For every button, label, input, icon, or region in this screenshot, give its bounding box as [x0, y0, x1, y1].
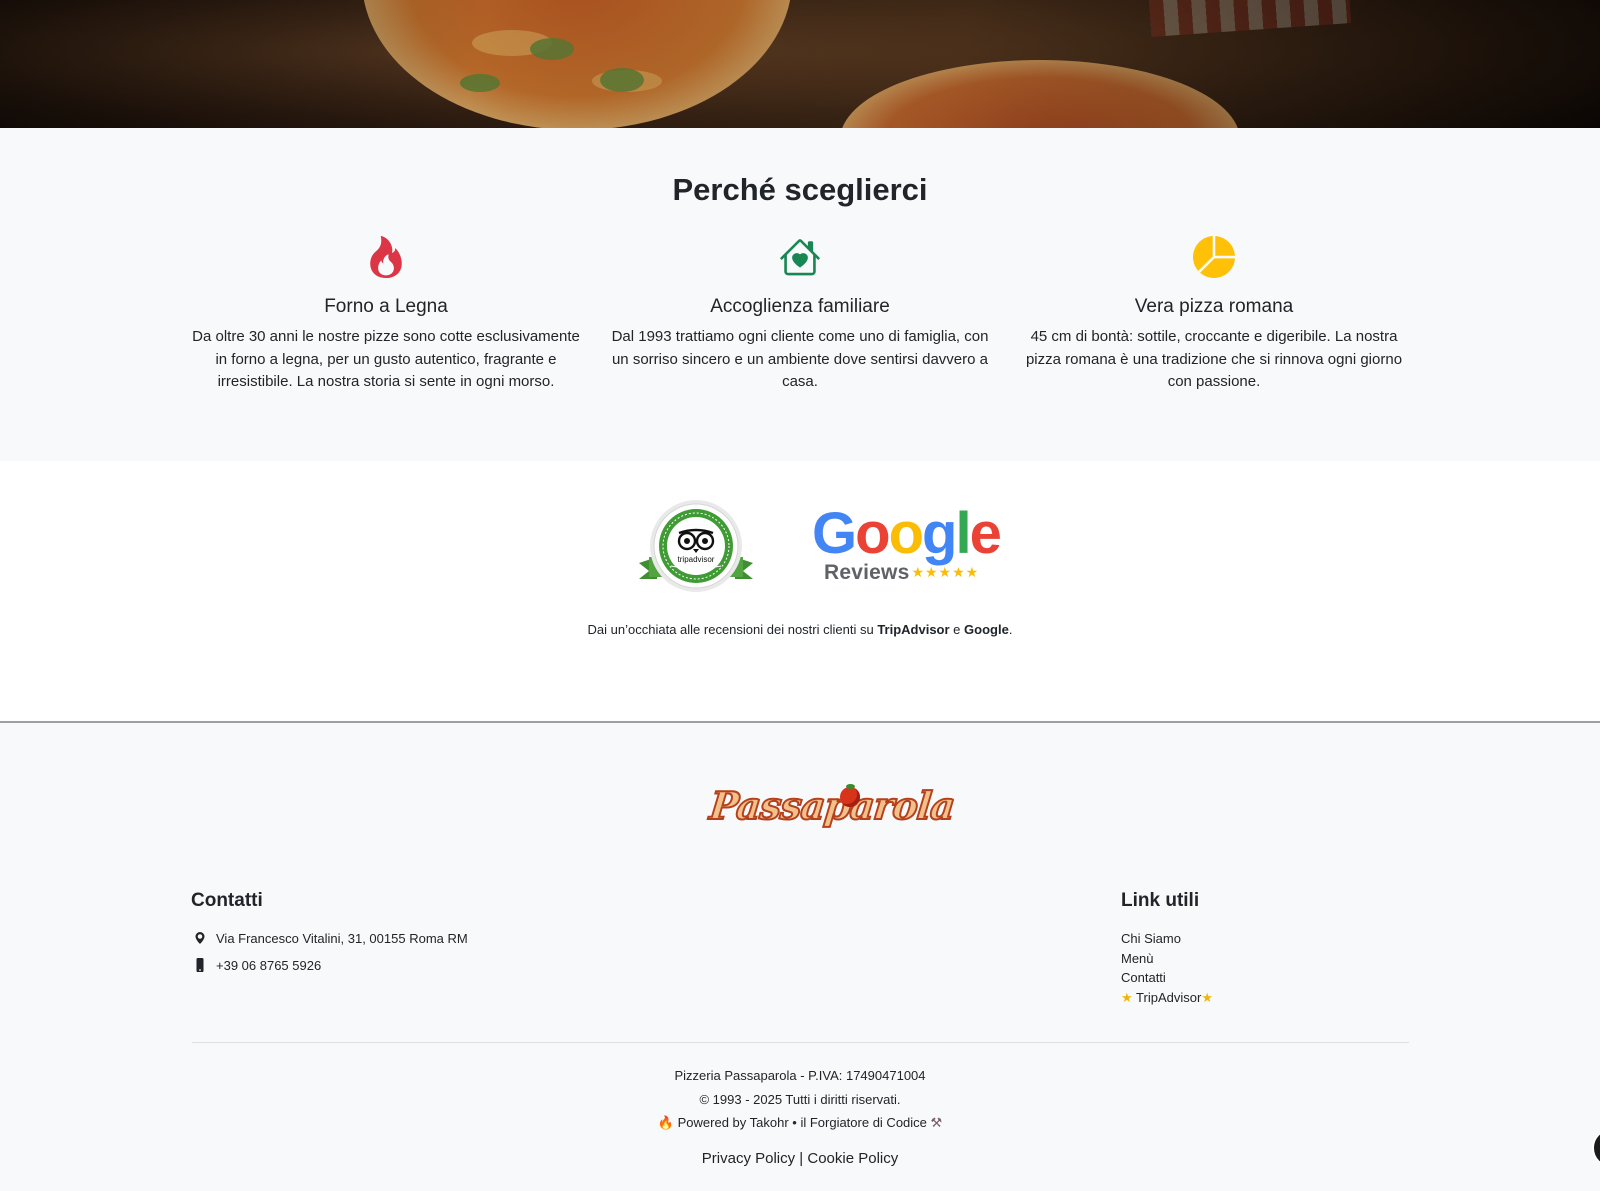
google-reviews-label: Reviews ★★★★★ [824, 561, 980, 584]
reviews-section: tripadvisor Google Reviews ★★★★★ Dai un’o… [0, 461, 1600, 721]
tomato-icon [840, 784, 860, 807]
useful-links: Chi Siamo Menù Contatti ★ TripAdvisor★ [1121, 929, 1213, 1007]
tripadvisor-logo: tripadvisor [639, 500, 753, 592]
fire-icon [370, 236, 402, 278]
passaparola-logo[interactable]: Passaparola [707, 782, 958, 845]
footer: Passaparola Contatti Via Francesco Vital… [0, 723, 1600, 1191]
hero-image [0, 0, 1600, 128]
feature-text: Da oltre 30 anni le nostre pizze sono co… [192, 328, 580, 390]
feature-title: Accoglienza familiare [710, 296, 890, 317]
powered-by: 🔥 Powered by Takohr • il Forgiatore di C… [657, 1115, 943, 1130]
phone-text[interactable]: +39 06 8765 5926 [216, 958, 321, 973]
section-title: Perché sceglierci [672, 172, 928, 207]
feature-wood-oven: Forno a Legna Da oltre 30 anni le nostre… [191, 236, 581, 394]
tripadvisor-mention: TripAdvisor [877, 622, 950, 637]
pie-chart-icon [1193, 236, 1235, 278]
tools-icon: ⚒ [930, 1115, 943, 1130]
link-tripadvisor[interactable]: ★ TripAdvisor★ [1121, 988, 1213, 1008]
contacts-title: Contatti [191, 890, 263, 911]
cookie-policy-link[interactable]: Cookie Policy [807, 1150, 898, 1167]
star-icon: ★ [1121, 989, 1133, 1005]
feature-family-welcome: Accoglienza familiare Dal 1993 trattiamo… [605, 236, 995, 394]
feature-text: 45 cm di bontà: sottile, croccante e dig… [1025, 328, 1403, 390]
map-pin-icon [192, 930, 208, 946]
house-heart-icon [780, 239, 820, 276]
reviews-note: Dai un’occhiata alle recensioni dei nost… [587, 622, 1013, 637]
svg-text:tripadvisor: tripadvisor [678, 555, 715, 564]
footer-divider [192, 1042, 1409, 1043]
address-text: Via Francesco Vitalini, 31, 00155 Roma R… [216, 930, 468, 946]
policy-links: Privacy Policy | Cookie Policy [701, 1150, 899, 1167]
tripadvisor-badge-link[interactable]: tripadvisor [635, 499, 757, 599]
feature-title: Vera pizza romana [1134, 296, 1294, 317]
company-info: Pizzeria Passaparola - P.IVA: 1749047100… [674, 1068, 926, 1083]
feature-title: Forno a Legna [324, 296, 448, 317]
contact-phone: +39 06 8765 5926 [192, 957, 321, 973]
fire-icon: 🔥 [657, 1115, 674, 1130]
link-menu[interactable]: Menù [1121, 949, 1213, 969]
link-chi-siamo[interactable]: Chi Siamo [1121, 929, 1213, 949]
privacy-policy-link[interactable]: Privacy Policy [702, 1150, 795, 1167]
star-rating-icon: ★★★★★ [911, 564, 980, 580]
feature-roman-pizza: Vera pizza romana 45 cm di bontà: sottil… [1019, 236, 1409, 394]
link-contatti[interactable]: Contatti [1121, 968, 1213, 988]
google-logo: Google [812, 501, 1002, 566]
useful-links-title: Link utili [1121, 890, 1200, 911]
contact-address: Via Francesco Vitalini, 31, 00155 Roma R… [192, 930, 468, 946]
star-icon: ★ [1201, 989, 1213, 1005]
feature-text: Dal 1993 trattiamo ogni cliente come uno… [611, 328, 989, 390]
google-reviews-badge-link[interactable]: Google Reviews ★★★★★ [812, 505, 1002, 590]
copyright: © 1993 - 2025 Tutti i diritti riservati. [699, 1092, 901, 1107]
why-choose-us-section: Perché sceglierci Forno a Legna Da oltre… [0, 128, 1600, 461]
google-mention: Google [964, 622, 1009, 637]
phone-icon [192, 957, 208, 973]
